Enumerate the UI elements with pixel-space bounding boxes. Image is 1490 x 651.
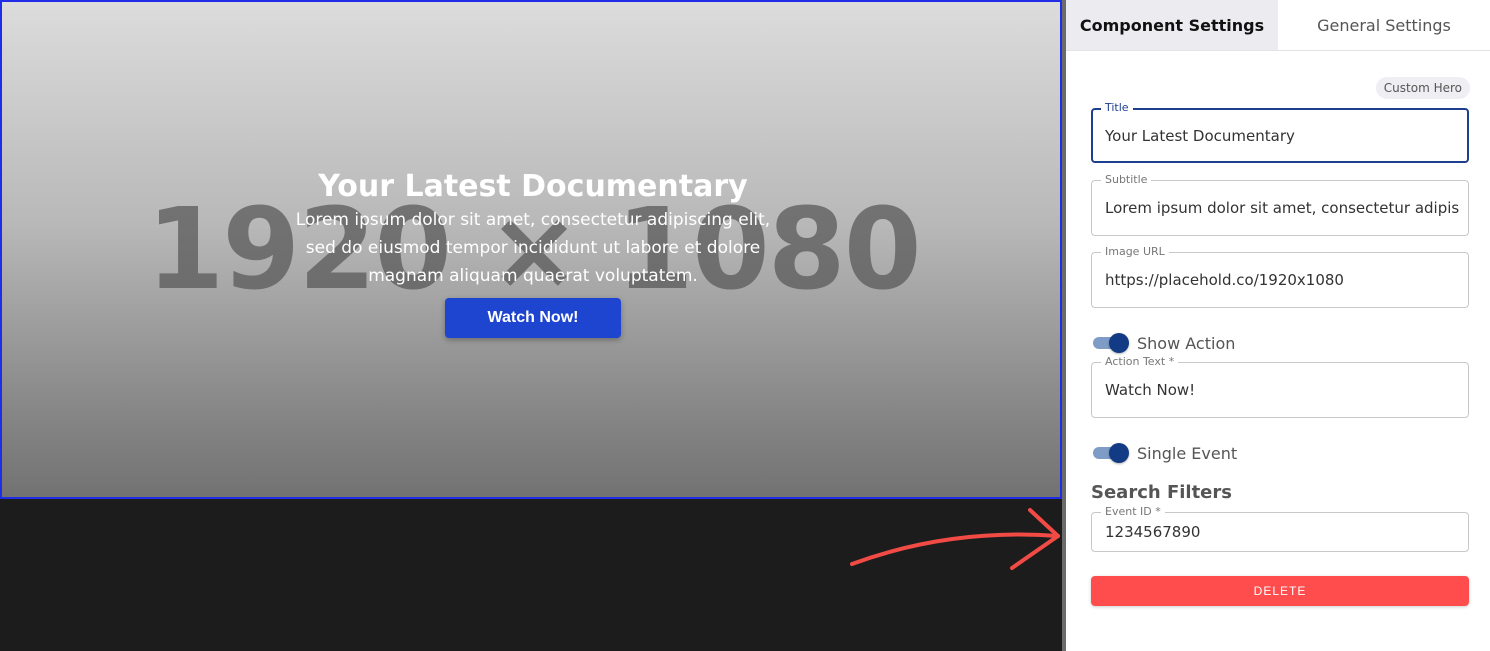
single-event-toggle-row[interactable]: Single Event bbox=[1091, 441, 1237, 465]
image-url-field[interactable]: Image URL https://placehold.co/1920x1080 bbox=[1091, 245, 1469, 308]
show-action-toggle-row[interactable]: Show Action bbox=[1091, 331, 1235, 355]
app-root: 1920 × 1080 Your Latest Documentary Lore… bbox=[0, 0, 1490, 651]
hero-subtitle: Lorem ipsum dolor sit amet, consectetur … bbox=[295, 210, 771, 286]
hero-action-button[interactable]: Watch Now! bbox=[445, 298, 621, 338]
show-action-switch[interactable] bbox=[1091, 333, 1129, 353]
subtitle-field[interactable]: Subtitle Lorem ipsum dolor sit amet, con… bbox=[1091, 173, 1469, 236]
single-event-switch[interactable] bbox=[1091, 443, 1129, 463]
search-filters-heading: Search Filters bbox=[1091, 482, 1232, 503]
image-url-input[interactable]: https://placehold.co/1920x1080 bbox=[1105, 271, 1460, 289]
component-type-chip: Custom Hero bbox=[1375, 77, 1470, 99]
action-text-input[interactable]: Watch Now! bbox=[1105, 381, 1460, 399]
title-field[interactable]: Title Your Latest Documentary bbox=[1091, 101, 1469, 163]
hero-component[interactable]: 1920 × 1080 Your Latest Documentary Lore… bbox=[0, 0, 1062, 499]
subtitle-input[interactable]: Lorem ipsum dolor sit amet, consectetur … bbox=[1105, 199, 1460, 217]
tab-general-settings[interactable]: General Settings bbox=[1278, 0, 1490, 50]
action-text-field[interactable]: Action Text * Watch Now! bbox=[1091, 355, 1469, 418]
title-field-label: Title bbox=[1101, 101, 1133, 115]
show-action-label: Show Action bbox=[1137, 333, 1236, 353]
image-url-field-label: Image URL bbox=[1101, 245, 1169, 259]
hero-content: Your Latest Documentary Lorem ipsum dolo… bbox=[2, 168, 1060, 338]
settings-panel: Component Settings General Settings Cust… bbox=[1066, 0, 1490, 651]
settings-tabs: Component Settings General Settings bbox=[1066, 0, 1490, 51]
delete-button[interactable]: DELETE bbox=[1091, 576, 1469, 606]
event-id-input[interactable]: 1234567890 bbox=[1105, 523, 1460, 541]
subtitle-field-label: Subtitle bbox=[1101, 173, 1152, 187]
annotation-arrow-icon bbox=[850, 508, 1060, 570]
title-input[interactable]: Your Latest Documentary bbox=[1105, 127, 1459, 145]
event-id-field-label: Event ID * bbox=[1101, 505, 1165, 519]
action-text-field-label: Action Text * bbox=[1101, 355, 1179, 369]
hero-title: Your Latest Documentary bbox=[318, 169, 748, 204]
single-event-label: Single Event bbox=[1137, 443, 1238, 463]
preview-canvas: 1920 × 1080 Your Latest Documentary Lore… bbox=[0, 0, 1062, 651]
event-id-field[interactable]: Event ID * 1234567890 bbox=[1091, 505, 1469, 552]
single-event-switch-knob bbox=[1109, 443, 1129, 463]
show-action-switch-knob bbox=[1109, 333, 1129, 353]
tab-component-settings[interactable]: Component Settings bbox=[1066, 0, 1278, 50]
